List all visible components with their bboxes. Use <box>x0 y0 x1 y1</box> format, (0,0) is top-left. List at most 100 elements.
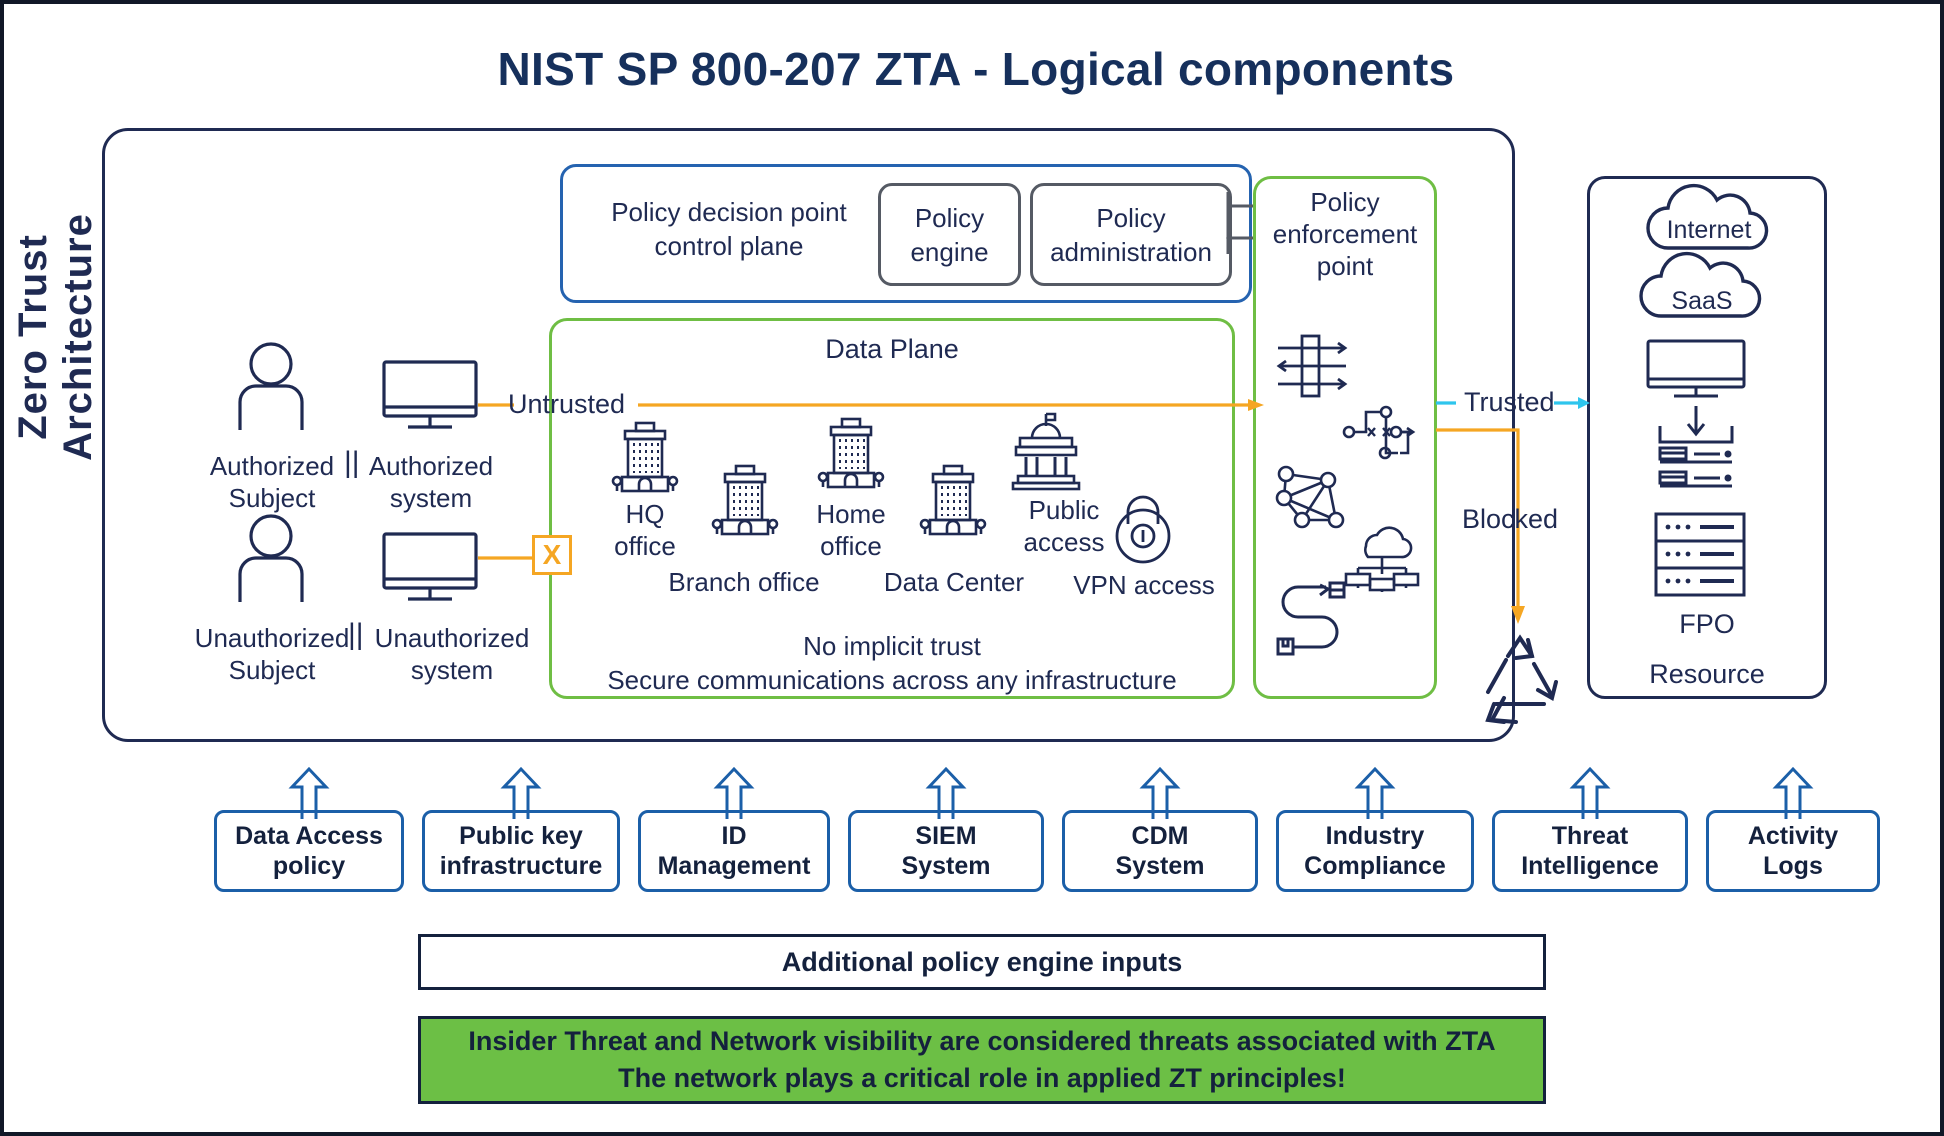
input-box-threat-intelligence[interactable]: Threat Intelligence <box>1492 766 1688 892</box>
policy-engine-line1: Policy <box>914 202 985 233</box>
policy-admin-line1: Policy <box>1096 202 1166 233</box>
pep-title-line3: point <box>1316 251 1374 281</box>
policy-engine-label: Policy engine <box>881 201 1018 269</box>
office-building-icon <box>817 417 885 492</box>
input-box-label: Public key infrastructure <box>439 822 603 880</box>
input-box-label: Data Access policy <box>235 822 383 880</box>
unauthorized-system-label: Unauthorized system <box>362 622 542 686</box>
pdp-title-line2: control plane <box>654 231 804 261</box>
input-box-label: SIEM System <box>901 822 991 880</box>
routing-path-icon <box>1342 399 1416 463</box>
vpn-access-line1: VPN access <box>1073 570 1215 600</box>
node-label-branch-office: Branch office <box>654 566 834 598</box>
public-access-line2: access <box>1023 527 1105 557</box>
input-box-label: Industry Compliance <box>1304 822 1446 880</box>
input-box-industry-compliance[interactable]: Industry Compliance <box>1276 766 1474 892</box>
home-office-line2: office <box>820 531 882 561</box>
policy-administration-label: Policy administration <box>1033 201 1229 269</box>
authorized-system-label: Authorized system <box>366 450 496 514</box>
up-arrow-icon <box>1137 766 1183 819</box>
input-box-label: Threat Intelligence <box>1521 822 1659 880</box>
download-icon <box>1654 406 1738 502</box>
up-arrow-icon <box>1770 766 1816 819</box>
policy-admin-line2: administration <box>1050 236 1212 267</box>
callout-line2: The network plays a critical role in app… <box>618 1063 1346 1093</box>
resource-label: Resource <box>1649 659 1765 689</box>
data-center-line1: Data Center <box>883 567 1025 597</box>
additional-policy-engine-inputs-bar[interactable]: Additional policy engine inputs <box>418 934 1546 990</box>
data-plane-title: Data Plane <box>825 334 959 364</box>
policy-inputs-row: Data Access policy Public key infrastruc… <box>214 766 1880 892</box>
policy-enforcement-point-title: Policy enforcement point <box>1253 186 1437 282</box>
input-box-label: CDM System <box>1115 822 1205 880</box>
monitor-icon <box>382 360 478 436</box>
authorized-subject-label: Authorized Subject <box>200 450 344 514</box>
saas-cloud-label: SaaS <box>1671 287 1733 315</box>
policy-decision-point-title: Policy decision point control plane <box>579 195 879 263</box>
policy-administration-box[interactable]: Policy administration <box>1030 183 1232 286</box>
internet-cloud-label: Internet <box>1666 216 1752 244</box>
cloud-network-icon <box>1344 524 1420 592</box>
fpo-label: FPO <box>1679 609 1735 639</box>
input-box-data-access-policy[interactable]: Data Access policy <box>214 766 404 892</box>
up-arrow-icon <box>1567 766 1613 819</box>
monitor-icon <box>382 532 478 608</box>
pep-title-line2: enforcement <box>1272 219 1418 249</box>
up-arrow-icon <box>286 766 332 819</box>
input-box-label: ID Management <box>657 822 811 880</box>
office-building-icon <box>611 421 679 496</box>
monitor-icon <box>1646 339 1746 403</box>
callout-line1: Insider Threat and Network visibility ar… <box>468 1026 1496 1056</box>
up-arrow-icon <box>711 766 757 819</box>
data-plane-footer: No implicit trust Secure communications … <box>549 629 1235 697</box>
tunnel-path-icon <box>1276 581 1348 659</box>
authorized-system-line1: Authorized <box>368 451 494 481</box>
untrusted-label: Untrusted <box>508 389 626 419</box>
branch-office-line1: Branch office <box>668 567 820 597</box>
data-plane-footer-line1: No implicit trust <box>803 631 981 661</box>
callout-banner: Insider Threat and Network visibility ar… <box>418 1016 1546 1104</box>
recycle-icon <box>1472 634 1568 726</box>
user-icon <box>232 342 310 432</box>
pdp-title-line1: Policy decision point <box>611 197 847 227</box>
hq-office-line2: office <box>614 531 676 561</box>
input-box-id-management[interactable]: ID Management <box>638 766 830 892</box>
office-building-icon <box>919 464 987 539</box>
node-label-data-center: Data Center <box>864 566 1044 598</box>
padlock-icon <box>1112 492 1174 564</box>
authorized-system-line2: system <box>389 483 473 513</box>
block-marker-x: X <box>532 535 572 575</box>
user-icon <box>232 514 310 604</box>
node-label-home-office: Home office <box>796 498 906 562</box>
unauthorized-subject-line1: Unauthorized <box>194 623 350 653</box>
input-box-siem-system[interactable]: SIEM System <box>848 766 1044 892</box>
zta-vertical-label: Zero Trust Architecture <box>11 213 100 461</box>
input-box-label: Activity Logs <box>1747 822 1839 880</box>
up-arrow-icon <box>498 766 544 819</box>
data-plane-footer-line2: Secure communications across any infrast… <box>607 665 1177 695</box>
firewall-filter-icon <box>1276 334 1352 398</box>
mesh-network-icon <box>1275 464 1348 530</box>
unauthorized-subject-line2: Subject <box>228 655 316 685</box>
node-label-vpn-access: VPN access <box>1054 569 1234 601</box>
unauthorized-subject-label: Unauthorized Subject <box>182 622 362 686</box>
authorized-subject-line2: Subject <box>228 483 316 513</box>
node-label-hq-office: HQ office <box>590 498 700 562</box>
authorized-subject-line1: Authorized <box>209 451 335 481</box>
trusted-label: Trusted <box>1464 387 1555 417</box>
input-box-activity-logs[interactable]: Activity Logs <box>1706 766 1880 892</box>
home-office-line1: Home <box>816 499 886 529</box>
server-rack-icon <box>1654 512 1746 598</box>
page-title: NIST SP 800-207 ZTA - Logical components <box>497 43 1455 95</box>
unauthorized-system-line1: Unauthorized <box>374 623 530 653</box>
policy-engine-box[interactable]: Policy engine <box>878 183 1021 286</box>
diagram-canvas: NIST SP 800-207 ZTA - Logical components… <box>0 0 1944 1136</box>
input-box-cdm-system[interactable]: CDM System <box>1062 766 1258 892</box>
blocked-label: Blocked <box>1462 504 1559 534</box>
unauthorized-flow-line <box>478 554 534 562</box>
up-arrow-icon <box>1352 766 1398 819</box>
public-access-line1: Public <box>1028 495 1100 525</box>
input-box-public-key-infrastructure[interactable]: Public key infrastructure <box>422 766 620 892</box>
government-building-icon <box>1010 412 1082 491</box>
office-building-icon <box>711 464 779 539</box>
